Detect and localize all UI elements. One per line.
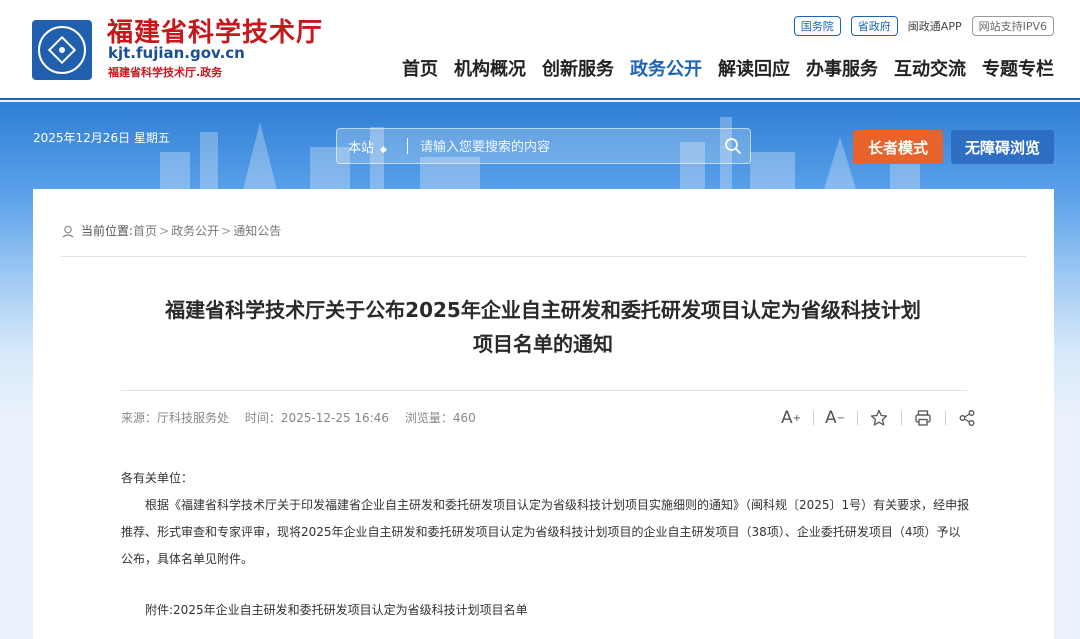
top-links: 国务院 省政府 闽政通APP 网站支持IPV6 [793, 16, 1054, 36]
nav-innovation-services[interactable]: 创新服务 [542, 55, 614, 81]
star-icon [870, 409, 888, 426]
attachment-link[interactable]: 附件:2025年企业自主研发和委托研发项目认定为省级科技计划项目名单 [145, 601, 528, 618]
article-body: 各有关单位： 根据《福建省科学技术厅关于印发福建省企业自主研发和委托研发项目认定… [121, 465, 971, 573]
breadcrumb-home[interactable]: 首页 [133, 222, 157, 239]
link-mzt-app[interactable]: 闽政通APP [908, 18, 962, 34]
article-title-line-1: 福建省科学技术厅关于公布2025年企业自主研发和委托研发项目认定为省级科技计划 [165, 298, 921, 322]
updown-caret-icon: ◆ [380, 144, 387, 155]
breadcrumb-lead: 当前位置: [81, 224, 134, 238]
ipv6-badge: 网站支持IPV6 [971, 16, 1054, 36]
current-date: 2025年12月26日 星期五 [33, 131, 170, 145]
article-tools: A + A − [769, 406, 989, 430]
article-greeting: 各有关单位： [121, 471, 194, 485]
nav-organization[interactable]: 机构概况 [454, 55, 526, 81]
font-increase-button[interactable]: A + [769, 406, 813, 430]
nav-services[interactable]: 办事服务 [806, 55, 878, 81]
nav-government-affairs[interactable]: 政务公开 [630, 55, 702, 81]
site-emblem-icon[interactable] [32, 20, 92, 80]
search-button[interactable] [716, 129, 750, 163]
search-scope-label: 本站 [348, 140, 375, 156]
article-views: 浏览量：460 [404, 411, 476, 425]
favorite-button[interactable] [857, 406, 901, 430]
breadcrumb-separator: > [159, 223, 170, 238]
link-provincial-gov[interactable]: 省政府 [850, 16, 898, 36]
article-time: 时间：2025-12-25 16:46 [244, 411, 389, 425]
link-state-council[interactable]: 国务院 [793, 16, 841, 36]
breadcrumb-separator: > [221, 223, 232, 238]
article-paragraph: 根据《福建省科学技术厅关于印发福建省企业自主研发和委托研发项目认定为省级科技计划… [121, 498, 970, 566]
search-divider [407, 138, 408, 154]
main-nav: 首页 机构概况 创新服务 政务公开 解读回应 办事服务 互动交流 专题专栏 [402, 55, 1054, 81]
elder-mode-button[interactable]: 长者模式 [853, 130, 943, 164]
share-icon [959, 410, 975, 426]
article-title: 福建省科学技术厅关于公布2025年企业自主研发和委托研发项目认定为省级科技计划 … [93, 293, 993, 361]
article-meta: 来源：厅科技服务处 时间：2025-12-25 16:46 浏览量：460 [121, 409, 488, 426]
article-panel: 当前位置: 首页 > 政务公开 > 通知公告 福建省科学技术厅关于公布2025年… [33, 189, 1054, 639]
location-pin-icon [62, 225, 74, 237]
font-decrease-button[interactable]: A − [813, 406, 857, 430]
article-source: 来源：厅科技服务处 [121, 411, 230, 425]
accessibility-button[interactable]: 无障碍浏览 [951, 130, 1054, 164]
site-subtitle: 福建省科学技术厅.政务 [108, 66, 223, 79]
nav-special-topics[interactable]: 专题专栏 [982, 55, 1054, 81]
breadcrumb-notices[interactable]: 通知公告 [233, 222, 281, 239]
print-button[interactable] [901, 406, 945, 430]
breadcrumb: 当前位置: 首页 > 政务公开 > 通知公告 [61, 222, 281, 239]
meta-divider [121, 390, 967, 391]
article-title-line-2: 项目名单的通知 [473, 332, 613, 356]
nav-home[interactable]: 首页 [402, 55, 438, 81]
site-domain: kjt.fujian.gov.cn [108, 44, 245, 62]
site-header: 福建省科学技术厅 kjt.fujian.gov.cn 福建省科学技术厅.政务 国… [0, 0, 1080, 100]
search-icon [725, 138, 741, 154]
breadcrumb-government-affairs[interactable]: 政务公开 [171, 222, 219, 239]
breadcrumb-divider [61, 256, 1026, 257]
search-input[interactable] [420, 138, 716, 154]
search-bar: 本站 ◆ [336, 128, 751, 164]
nav-interaction[interactable]: 互动交流 [894, 55, 966, 81]
nav-interpretation[interactable]: 解读回应 [718, 55, 790, 81]
search-scope-select[interactable]: 本站 ◆ [337, 137, 407, 156]
print-icon [915, 410, 931, 426]
share-button[interactable] [945, 406, 989, 430]
